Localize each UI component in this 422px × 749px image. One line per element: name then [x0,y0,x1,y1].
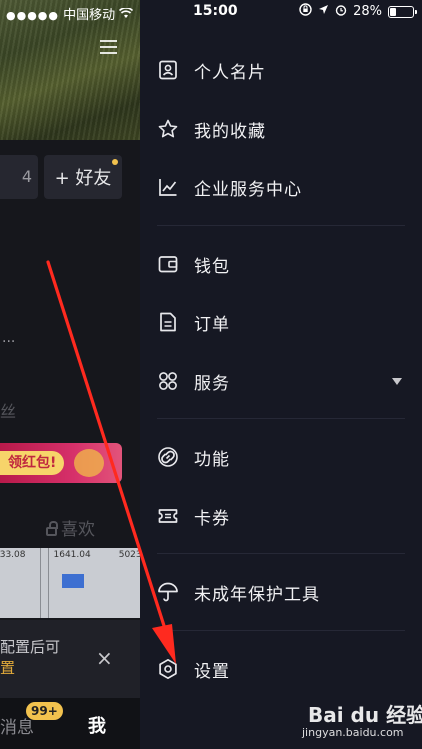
menu-divider [157,630,405,631]
menu-item-minor-protection[interactable]: 未成年保护工具 [140,566,422,618]
thumb-divider [48,548,49,618]
menu-item-services[interactable]: 服务 [140,355,422,407]
signal-dots-icon: ●●●●● [6,9,59,22]
profile-card-icon [157,59,179,81]
menu-item-coupons[interactable]: 卡券 [140,490,422,542]
notice-link[interactable]: 置 [0,657,15,678]
notification-dot [112,159,118,165]
fans-label[interactable]: 丝 [0,398,16,422]
bio-ellipsis: ... [2,330,16,346]
star-icon [157,118,179,140]
background-profile-page: ●●●●● 中国移动 4 + 好友 ... 丝 领红包! 喜欢 233.08 1… [0,0,140,749]
close-icon[interactable]: × [96,646,113,670]
likes-tab-label: 喜欢 [61,520,95,540]
menu-divider [157,225,405,226]
thumb-value: 1641.04 [53,550,91,560]
gear-icon [157,658,179,680]
menu-item-favorites[interactable]: 我的收藏 [140,103,422,155]
thumb-value: 5023.23 [118,550,140,560]
chevron-down-icon[interactable] [392,377,402,385]
menu-item-wallet[interactable]: 钱包 [140,238,422,290]
menu-item-label: 设置 [194,661,230,682]
watermark-url: jingyan.baidu.com [302,726,404,739]
orientation-lock-icon [299,3,312,20]
edit-profile-button[interactable]: 4 [0,155,38,199]
status-time: 15:00 [193,3,238,19]
video-thumbnail[interactable]: 233.08 1641.04 5023.23 [0,548,140,618]
banner-pill: 领红包! [0,451,65,475]
hamburger-menu-icon[interactable] [100,40,117,58]
bottom-tab-bar: 消息 99+ 我 [0,698,140,749]
menu-item-label: 功能 [194,449,230,470]
thumb-blue-block [62,574,84,588]
status-bar: 15:00 28% [140,0,422,22]
lock-icon [46,521,58,536]
location-arrow-icon [318,4,329,19]
menu-item-settings[interactable]: 设置 [140,643,422,695]
menu-item-enterprise-center[interactable]: 企业服务中心 [140,161,422,213]
menu-item-label: 未成年保护工具 [194,584,320,605]
battery-icon [388,5,417,18]
tab-me[interactable]: 我 [88,712,106,738]
menu-item-label: 我的收藏 [194,121,266,142]
carrier-status: ●●●●● 中国移动 [6,4,134,23]
watermark-logo: Bai du 经验 jingyan.baidu.com [300,697,422,745]
umbrella-icon [157,581,179,603]
line-chart-icon [157,176,179,198]
menu-item-label: 服务 [194,373,230,394]
alarm-icon [335,4,347,20]
thumb-divider [40,548,41,618]
order-document-icon [157,311,179,333]
menu-divider [157,418,405,419]
menu-divider [157,553,405,554]
ticket-icon [157,505,179,527]
edit-profile-button-label: 4 [21,167,32,186]
menu-item-features[interactable]: 功能 [140,431,422,483]
battery-percent: 28% [353,4,382,19]
menu-item-label: 卡券 [194,508,230,529]
notice-bar: 配置后可 置 × [0,620,140,698]
wifi-icon [119,7,134,23]
notice-text: 配置后可 [0,638,61,656]
add-friend-button[interactable]: + 好友 [44,155,122,199]
menu-item-profile-card[interactable]: 个人名片 [140,44,422,96]
menu-item-orders[interactable]: 订单 [140,296,422,348]
menu-item-label: 订单 [194,314,230,335]
services-grid-icon [157,370,179,392]
likes-tab[interactable]: 喜欢 [46,515,95,540]
side-drawer: 15:00 28% 个人名片 我的收藏 企业服务中心 钱包 订单 服务 功能 卡… [140,0,422,749]
link-icon [157,446,179,468]
add-friend-label: + 好友 [54,168,112,189]
menu-item-label: 企业服务中心 [194,179,302,200]
wallet-icon [157,253,179,275]
messages-badge: 99+ [26,702,63,720]
menu-item-label: 钱包 [194,256,230,277]
coin-icon [74,449,104,477]
menu-item-label: 个人名片 [194,62,266,83]
carrier-name: 中国移动 [63,8,116,23]
thumb-value: 233.08 [0,550,26,560]
red-packet-banner[interactable]: 领红包! [0,443,122,483]
watermark-main: Bai du 经验 [308,703,422,727]
